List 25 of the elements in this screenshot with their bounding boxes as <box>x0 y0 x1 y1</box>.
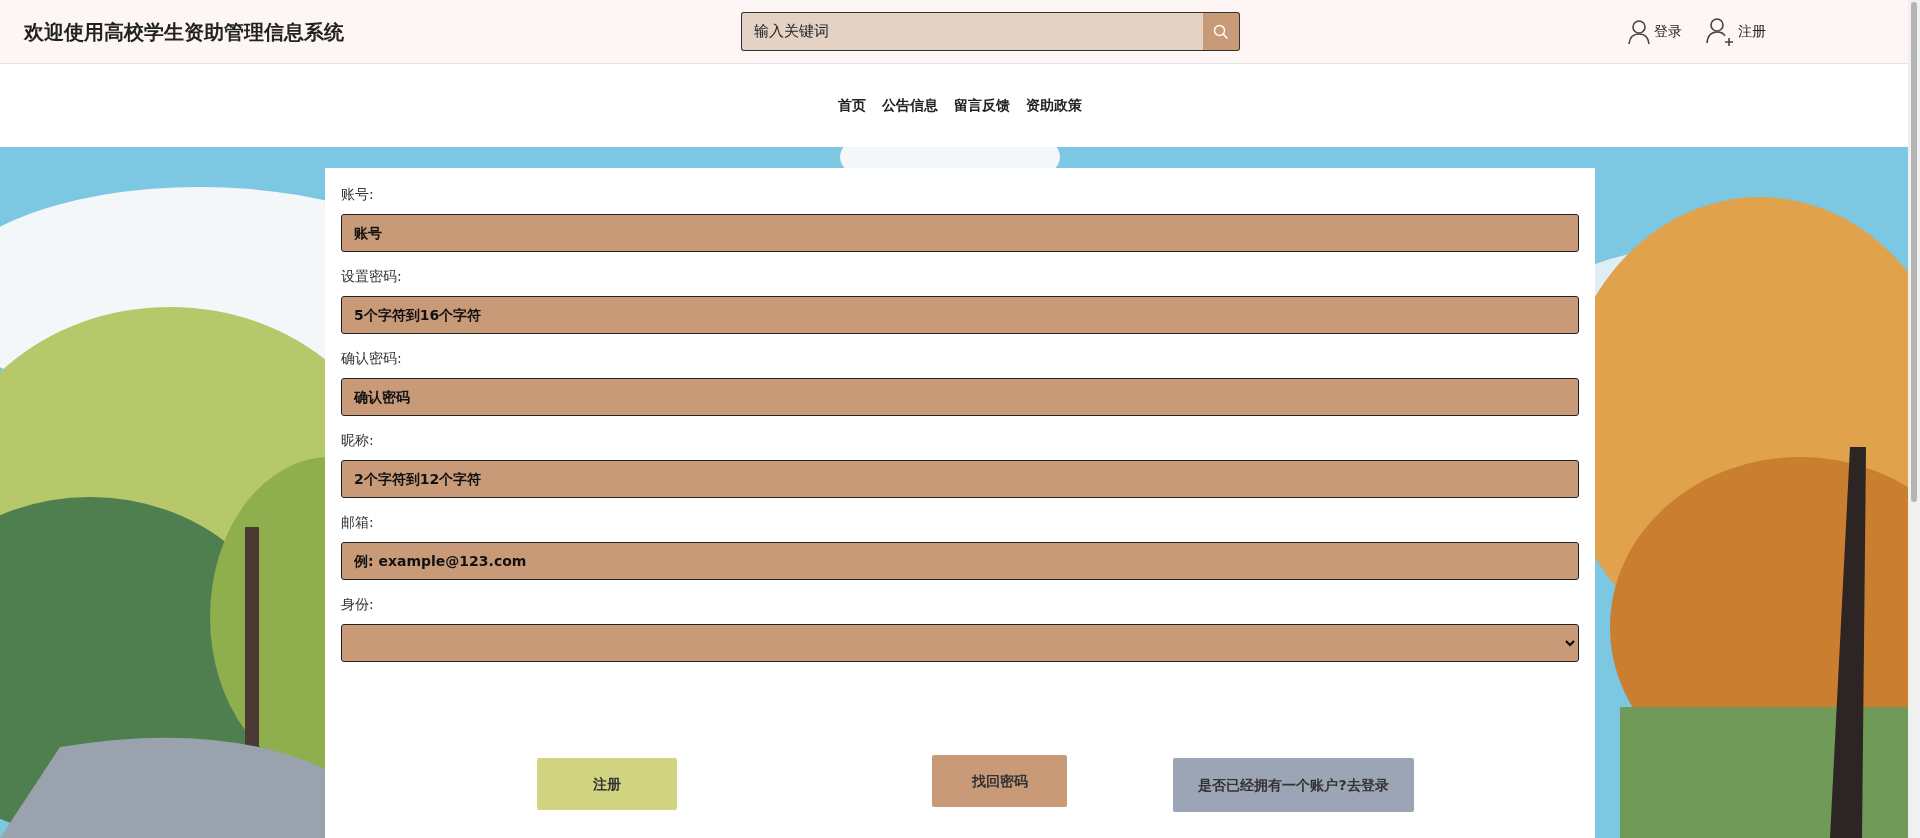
nav-link[interactable]: 首页 <box>838 95 866 116</box>
field-label: 确认密码: <box>341 349 402 368</box>
header-link[interactable]: 登录 <box>1628 16 1682 47</box>
field-label: 身份: <box>341 595 374 614</box>
login-link-button[interactable]: 是否已经拥有一个账户?去登录 <box>1173 758 1414 812</box>
input-field[interactable]: 账号 <box>341 214 1579 252</box>
field-label: 昵称: <box>341 431 374 450</box>
header-link[interactable]: 注册 <box>1706 16 1766 47</box>
add-user-icon <box>1706 16 1734 47</box>
nav-link[interactable]: 公告信息 <box>882 95 938 116</box>
scrollbar[interactable] <box>1908 0 1920 838</box>
nav-link[interactable]: 资助政策 <box>1026 95 1082 116</box>
site-title: 欢迎使用高校学生资助管理信息系统 <box>24 18 345 46</box>
recover-password-button[interactable]: 找回密码 <box>932 755 1067 807</box>
nav-link[interactable]: 留言反馈 <box>954 95 1010 116</box>
input-field[interactable]: 例: example@123.com <box>341 542 1579 580</box>
select-field[interactable] <box>341 624 1579 662</box>
field-label: 设置密码: <box>341 267 402 286</box>
register-button[interactable]: 注册 <box>537 758 677 810</box>
input-field[interactable]: 2个字符到12个字符 <box>341 460 1579 498</box>
input-field[interactable]: 5个字符到16个字符 <box>341 296 1579 334</box>
field-label: 邮箱: <box>341 513 374 532</box>
input-field[interactable]: 确认密码 <box>341 378 1579 416</box>
user-icon <box>1628 18 1650 45</box>
field-label: 账号: <box>341 185 374 204</box>
